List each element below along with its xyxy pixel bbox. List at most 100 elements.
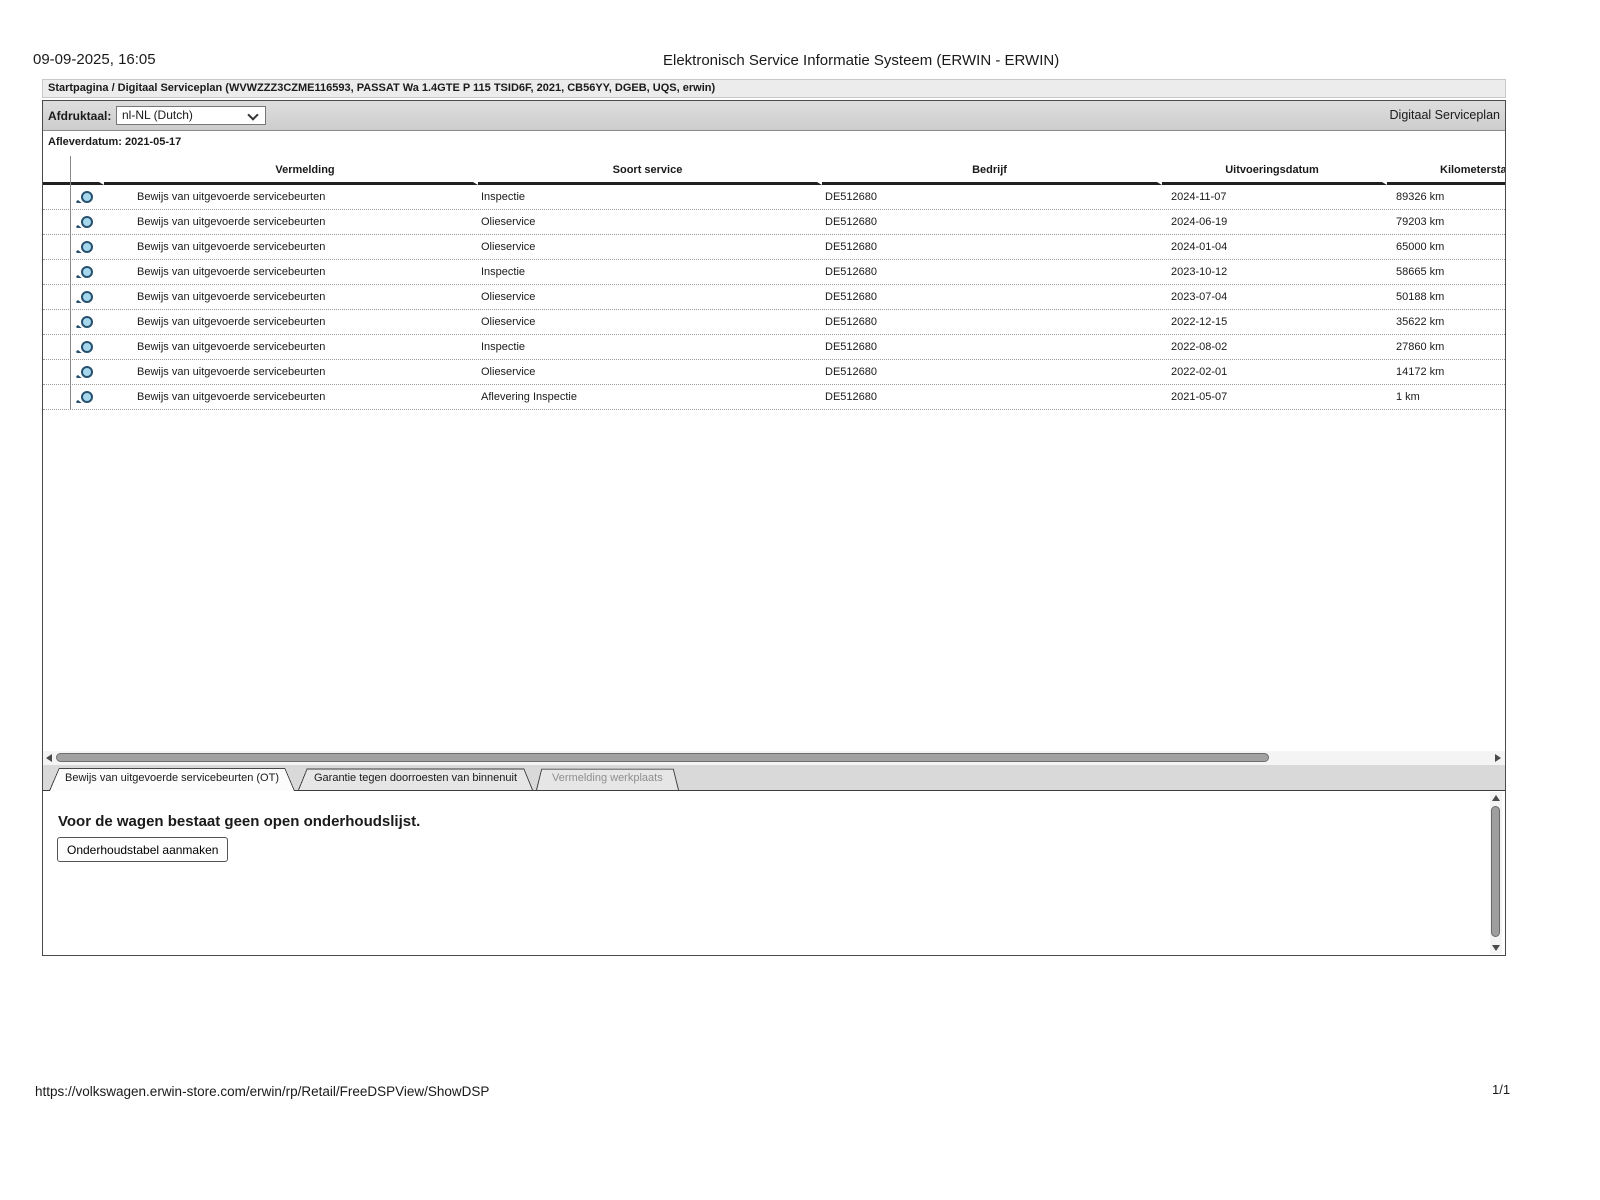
magnifier-icon[interactable] (81, 291, 93, 304)
footer-url: https://volkswagen.erwin-store.com/erwin… (35, 1084, 490, 1099)
header-vermelding: Vermelding (104, 156, 478, 185)
toolbar: Afdruktaal: nl-NL (Dutch) Digitaal Servi… (43, 101, 1505, 131)
table-row: Bewijs van uitgevoerde servicebeurten Ol… (43, 210, 1505, 235)
magnifier-icon[interactable] (81, 241, 93, 254)
cell-soort-service: Olieservice (481, 291, 536, 303)
cell-soort-service: Olieservice (481, 241, 536, 253)
tab-1[interactable]: Garantie tegen doorroesten van binnenuit (298, 767, 533, 790)
cell-uitvoeringsdatum: 2024-01-04 (1171, 241, 1228, 253)
cell-bedrijf: DE512680 (825, 291, 877, 303)
cell-soort-service: Inspectie (481, 341, 526, 353)
cell-bedrijf: DE512680 (825, 216, 877, 228)
print-language-label: Afdruktaal: (48, 109, 112, 123)
table-row: Bewijs van uitgevoerde servicebeurten In… (43, 260, 1505, 285)
breadcrumb[interactable]: Startpagina / Digitaal Serviceplan (WVWZ… (42, 79, 1506, 98)
arrow-right-icon[interactable] (1495, 754, 1501, 762)
tab-0[interactable]: Bewijs van uitgevoerde servicebeurten (O… (49, 766, 295, 791)
print-datetime: 09-09-2025, 16:05 (33, 51, 156, 68)
arrow-down-icon[interactable] (1492, 945, 1500, 951)
cell-soort-service: Aflevering Inspectie (481, 391, 577, 403)
header-soort-service: Soort service (478, 156, 822, 185)
page-title: Elektronisch Service Informatie Systeem … (663, 52, 1060, 69)
create-maintenance-table-button[interactable]: Onderhoudstabel aanmaken (57, 837, 229, 862)
header-icon-column (70, 156, 104, 185)
cell-vermelding: Bewijs van uitgevoerde servicebeurten (137, 366, 326, 378)
cell-kilometerstand: 35622 km (1396, 316, 1445, 328)
horizontal-scrollbar[interactable] (43, 751, 1505, 765)
vertical-scrollbar-thumb[interactable] (1491, 806, 1500, 937)
cell-bedrijf: DE512680 (825, 341, 877, 353)
cell-vermelding: Bewijs van uitgevoerde servicebeurten (137, 216, 326, 228)
table-row: Bewijs van uitgevoerde servicebeurten Af… (43, 385, 1505, 410)
cell-bedrijf: DE512680 (825, 366, 877, 378)
print-language-select[interactable]: nl-NL (Dutch) (116, 106, 266, 125)
cell-uitvoeringsdatum: 2022-08-02 (1171, 341, 1228, 353)
arrow-up-icon[interactable] (1492, 795, 1500, 801)
table-row: Bewijs van uitgevoerde servicebeurten Ol… (43, 285, 1505, 310)
cell-kilometerstand: 50188 km (1396, 291, 1445, 303)
cell-soort-service: Olieservice (481, 366, 536, 378)
tab-bar: Bewijs van uitgevoerde servicebeurten (O… (43, 765, 1505, 791)
toolbar-section-title: Digitaal Serviceplan (1389, 108, 1500, 122)
cell-kilometerstand: 1 km (1396, 391, 1420, 403)
cell-uitvoeringsdatum: 2023-10-12 (1171, 266, 1228, 278)
cell-vermelding: Bewijs van uitgevoerde servicebeurten (137, 191, 326, 203)
cell-soort-service: Inspectie (481, 266, 526, 278)
cell-vermelding: Bewijs van uitgevoerde servicebeurten (137, 391, 326, 403)
chevron-down-icon (247, 109, 259, 121)
cell-vermelding: Bewijs van uitgevoerde servicebeurten (137, 316, 326, 328)
cell-bedrijf: DE512680 (825, 316, 877, 328)
cell-kilometerstand: 58665 km (1396, 266, 1445, 278)
cell-vermelding: Bewijs van uitgevoerde servicebeurten (137, 341, 326, 353)
cell-soort-service: Olieservice (481, 316, 536, 328)
cell-uitvoeringsdatum: 2022-02-01 (1171, 366, 1228, 378)
cell-soort-service: Olieservice (481, 216, 536, 228)
cell-kilometerstand: 79203 km (1396, 216, 1445, 228)
cell-kilometerstand: 14172 km (1396, 366, 1445, 378)
service-history-table: Vermelding Soort service Bedrijf Uitvoer… (43, 156, 1505, 410)
cell-uitvoeringsdatum: 2021-05-07 (1171, 391, 1228, 403)
magnifier-icon[interactable] (81, 391, 93, 404)
cell-soort-service: Inspectie (481, 191, 526, 203)
header-uitvoeringsdatum: Uitvoeringsdatum (1162, 156, 1387, 185)
serviceplan-frame: Afdruktaal: nl-NL (Dutch) Digitaal Servi… (42, 100, 1506, 956)
table-row: Bewijs van uitgevoerde servicebeurten In… (43, 335, 1505, 360)
table-row: Bewijs van uitgevoerde servicebeurten Ol… (43, 310, 1505, 335)
cell-bedrijf: DE512680 (825, 241, 877, 253)
vertical-scrollbar[interactable] (1490, 792, 1502, 954)
arrow-left-icon[interactable] (46, 754, 52, 762)
no-open-maintenance-message: Voor de wagen bestaat geen open onderhou… (58, 813, 421, 830)
table-header-row: Vermelding Soort service Bedrijf Uitvoer… (43, 156, 1505, 185)
magnifier-icon[interactable] (81, 216, 93, 229)
cell-bedrijf: DE512680 (825, 191, 877, 203)
cell-uitvoeringsdatum: 2024-06-19 (1171, 216, 1228, 228)
magnifier-icon[interactable] (81, 366, 93, 379)
cell-kilometerstand: 65000 km (1396, 241, 1445, 253)
cell-vermelding: Bewijs van uitgevoerde servicebeurten (137, 241, 326, 253)
cell-uitvoeringsdatum: 2023-07-04 (1171, 291, 1228, 303)
magnifier-icon[interactable] (81, 191, 93, 204)
cell-vermelding: Bewijs van uitgevoerde servicebeurten (137, 291, 326, 303)
cell-bedrijf: DE512680 (825, 266, 877, 278)
cell-vermelding: Bewijs van uitgevoerde servicebeurten (137, 266, 326, 278)
cell-uitvoeringsdatum: 2024-11-07 (1171, 191, 1227, 203)
table-row: Bewijs van uitgevoerde servicebeurten In… (43, 185, 1505, 210)
table-left-rule (70, 156, 71, 410)
cell-kilometerstand: 27860 km (1396, 341, 1445, 353)
header-bedrijf: Bedrijf (822, 156, 1162, 185)
magnifier-icon[interactable] (81, 266, 93, 279)
header-spacer (43, 156, 70, 185)
magnifier-icon[interactable] (81, 316, 93, 329)
cell-uitvoeringsdatum: 2022-12-15 (1171, 316, 1228, 328)
table-row: Bewijs van uitgevoerde servicebeurten Ol… (43, 360, 1505, 385)
cell-bedrijf: DE512680 (825, 391, 877, 403)
table-row: Bewijs van uitgevoerde servicebeurten Ol… (43, 235, 1505, 260)
page-number: 1/1 (1492, 1082, 1511, 1097)
print-language-value: nl-NL (Dutch) (122, 108, 193, 122)
horizontal-scrollbar-thumb[interactable] (56, 753, 1269, 762)
tab-2[interactable]: Vermelding werkplaats (536, 767, 679, 790)
magnifier-icon[interactable] (81, 341, 93, 354)
header-kilometerstand: Kilometerstand (1387, 156, 1505, 185)
delivery-date: Afleverdatum: 2021-05-17 (48, 136, 182, 148)
cell-kilometerstand: 89326 km (1396, 191, 1445, 203)
